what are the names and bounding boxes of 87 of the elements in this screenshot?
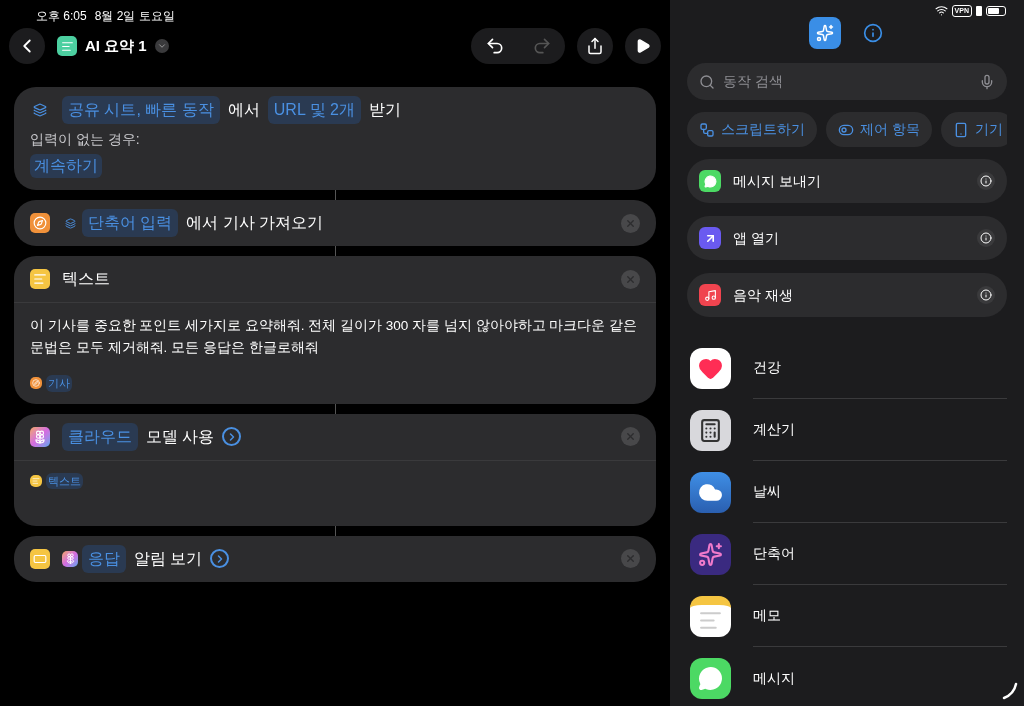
app-row[interactable]: 단축어 [690, 523, 1007, 585]
category-chip[interactable]: 제어 항목 [826, 112, 932, 147]
variable-token[interactable]: 기사 [46, 375, 72, 392]
app-name: 날씨 [753, 461, 1007, 523]
variable-token[interactable]: 응답 [82, 544, 126, 573]
text-body[interactable]: 이 기사를 중요한 포인트 세가지로 요약해줘. 전체 길이가 300 자를 넘지 않아야하고 마크다운 같은 문법은 모두 제거해줘. 모든 응답은 한글로해줘 [30, 315, 640, 359]
close-icon [625, 273, 636, 285]
play-button[interactable] [625, 28, 661, 64]
status-date: 8월 2일 토요일 [94, 8, 175, 25]
compass-icon [30, 377, 42, 390]
action-card[interactable]: 텍스트 이 기사를 중요한 포인트 세가지로 요약해줘. 전체 길이가 300 자를 넘지 않아야하고 마크다운 같은 문법은 모두 제거해줘. 모든 응답은 한글로해줘 기사 [14, 256, 656, 404]
app-name: 메모 [753, 585, 1007, 647]
category-chip[interactable]: 기기 [940, 112, 1007, 147]
music-note-icon [699, 284, 721, 306]
action-card[interactable]: 공유 시트, 빠른 동작 에서 URL 및 2개 받기 입력이 없는 경우: 계속하기 [14, 87, 656, 190]
cloud-sun-icon [690, 471, 731, 513]
flower-icon [62, 550, 78, 567]
app-name: 계산기 [753, 399, 1007, 461]
category-chip[interactable]: 스크립트하기 [687, 112, 817, 147]
heart-icon [690, 347, 731, 389]
action-text: 텍스트 [62, 269, 110, 289]
variable-token[interactable]: 공유 시트, 빠른 동작 [62, 96, 220, 124]
undo-button[interactable] [484, 36, 505, 56]
suggested-action[interactable]: 메시지 보내기 [687, 159, 1007, 203]
compass-icon [30, 213, 50, 233]
text-lines-icon [30, 269, 50, 289]
action-text: 알림 보기 [134, 548, 203, 569]
back-button[interactable] [9, 28, 45, 64]
variable-token[interactable]: 텍스트 [46, 472, 83, 489]
layers-icon [62, 215, 78, 231]
action-card[interactable]: 단축어 입력 에서 기사 가져오기 [14, 200, 656, 246]
app-name: 메시지 [753, 668, 796, 688]
notepad-icon [690, 595, 731, 637]
shortcut-title[interactable]: AI 요약 1 [85, 34, 147, 58]
app-row[interactable]: 건강 [690, 337, 1007, 399]
microphone-icon [979, 73, 995, 90]
sparkle-icon [816, 24, 834, 42]
app-name: 건강 [753, 337, 1007, 399]
share-button[interactable] [577, 28, 613, 64]
curve-stroke-icon [1002, 682, 1018, 700]
battery-icon [986, 5, 1006, 16]
close-icon [625, 431, 636, 442]
close-icon [625, 553, 636, 564]
fallback-label: 입력이 없는 경우: [30, 130, 140, 149]
variable-token[interactable]: 단축어 입력 [82, 209, 179, 237]
rectangle-icon [30, 548, 50, 569]
close-icon [625, 217, 636, 229]
action-card[interactable]: 클라우드 모델 사용 텍스트 [14, 413, 656, 526]
app-name: 단축어 [753, 523, 1007, 585]
action-text: 받기 [369, 100, 401, 120]
suggestion-text: 앱 열기 [733, 228, 780, 248]
shortcut-icon [57, 36, 77, 56]
action-text: 모델 사용 [146, 426, 215, 447]
action-library-tab[interactable] [809, 17, 841, 49]
undo-icon [484, 36, 505, 56]
app-row[interactable]: 메시지 [690, 647, 1007, 706]
scripting-icon [699, 121, 715, 138]
arrow-icon [699, 227, 721, 249]
status-time: 오후 6:05 [36, 8, 87, 25]
suggestion-text: 음악 재생 [733, 285, 794, 305]
search-bar[interactable]: 동작 검색 [687, 63, 1007, 100]
search-input[interactable]: 동작 검색 [723, 71, 971, 92]
fallback-value[interactable]: 계속하기 [30, 154, 102, 178]
lock-icon [976, 5, 982, 16]
dropdown-icon[interactable] [154, 39, 169, 53]
calculator-icon [690, 409, 731, 451]
action-card[interactable]: 응답 알림 보기 [14, 535, 656, 582]
app-row[interactable]: 날씨 [690, 461, 1007, 523]
wifi-icon [934, 4, 948, 17]
play-icon [635, 38, 651, 54]
action-text: 에서 [227, 100, 260, 120]
info-icon[interactable] [977, 172, 995, 190]
chat-bubble-icon [699, 170, 721, 192]
suggested-action[interactable]: 음악 재생 [687, 273, 1007, 317]
suggested-action[interactable]: 앱 열기 [687, 216, 1007, 260]
share-icon [586, 37, 604, 55]
info-icon [863, 23, 883, 43]
suggestion-text: 메시지 보내기 [733, 171, 822, 191]
text-lines-icon [30, 474, 42, 487]
info-icon[interactable] [977, 229, 995, 247]
chat-bubble-icon [690, 657, 731, 699]
search-icon [699, 73, 715, 90]
app-row[interactable]: 메모 [690, 585, 1007, 647]
app-row[interactable]: 계산기 [690, 399, 1007, 461]
action-text: 에서 기사 가져오기 [186, 213, 324, 233]
info-icon[interactable] [977, 286, 995, 304]
flower-icon [30, 426, 50, 447]
